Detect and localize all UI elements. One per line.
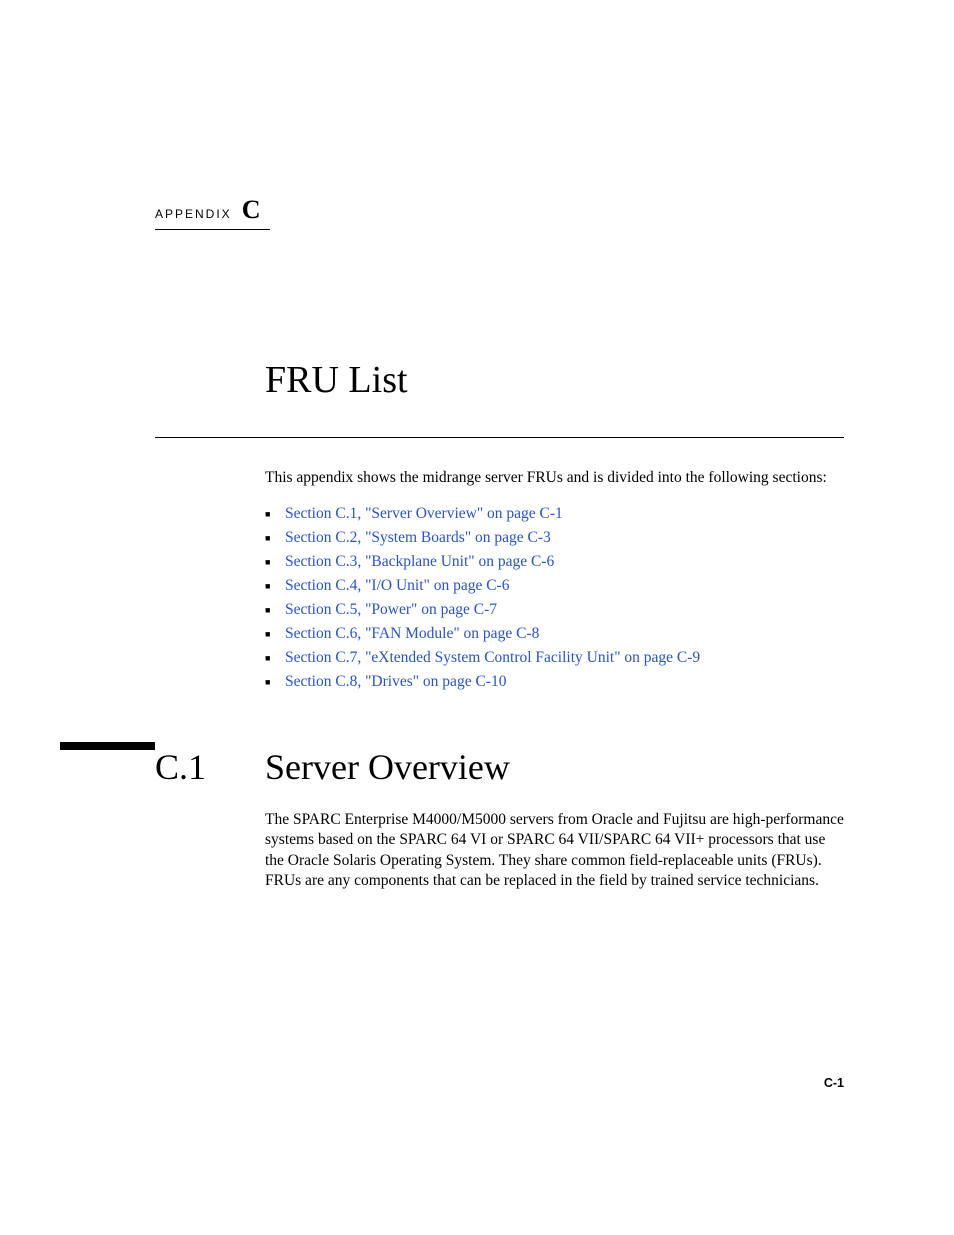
section-heading: C.1 Server Overview: [155, 746, 844, 788]
toc-link-fan-module[interactable]: Section C.6, "FAN Module" on page C-8: [285, 625, 539, 642]
chapter-title: FRU List: [265, 358, 844, 402]
appendix-letter: C: [242, 195, 261, 225]
list-item: Section C.2, "System Boards" on page C-3: [265, 526, 844, 550]
section-rule: [60, 742, 155, 750]
list-item: Section C.1, "Server Overview" on page C…: [265, 502, 844, 526]
intro-paragraph: This appendix shows the midrange server …: [265, 468, 844, 488]
appendix-label: APPENDIX: [155, 207, 232, 221]
list-item: Section C.5, "Power" on page C-7: [265, 598, 844, 622]
toc-link-io-unit[interactable]: Section C.4, "I/O Unit" on page C-6: [285, 577, 509, 594]
toc-link-xscf-unit[interactable]: Section C.7, "eXtended System Control Fa…: [285, 649, 700, 666]
toc-list: Section C.1, "Server Overview" on page C…: [265, 502, 844, 694]
section-title: Server Overview: [265, 746, 510, 788]
toc-link-server-overview[interactable]: Section C.1, "Server Overview" on page C…: [285, 505, 563, 522]
list-item: Section C.8, "Drives" on page C-10: [265, 670, 844, 694]
section-body: The SPARC Enterprise M4000/M5000 servers…: [265, 810, 844, 891]
toc-link-power[interactable]: Section C.5, "Power" on page C-7: [285, 601, 497, 618]
toc-link-backplane-unit[interactable]: Section C.3, "Backplane Unit" on page C-…: [285, 553, 554, 570]
list-item: Section C.4, "I/O Unit" on page C-6: [265, 574, 844, 598]
toc-link-drives[interactable]: Section C.8, "Drives" on page C-10: [285, 673, 506, 690]
divider-rule: [155, 437, 844, 438]
section-number: C.1: [155, 746, 265, 788]
list-item: Section C.6, "FAN Module" on page C-8: [265, 622, 844, 646]
toc-link-system-boards[interactable]: Section C.2, "System Boards" on page C-3: [285, 529, 551, 546]
page-number: C-1: [824, 1076, 844, 1090]
list-item: Section C.7, "eXtended System Control Fa…: [265, 646, 844, 670]
list-item: Section C.3, "Backplane Unit" on page C-…: [265, 550, 844, 574]
appendix-header: APPENDIX C: [155, 195, 270, 230]
